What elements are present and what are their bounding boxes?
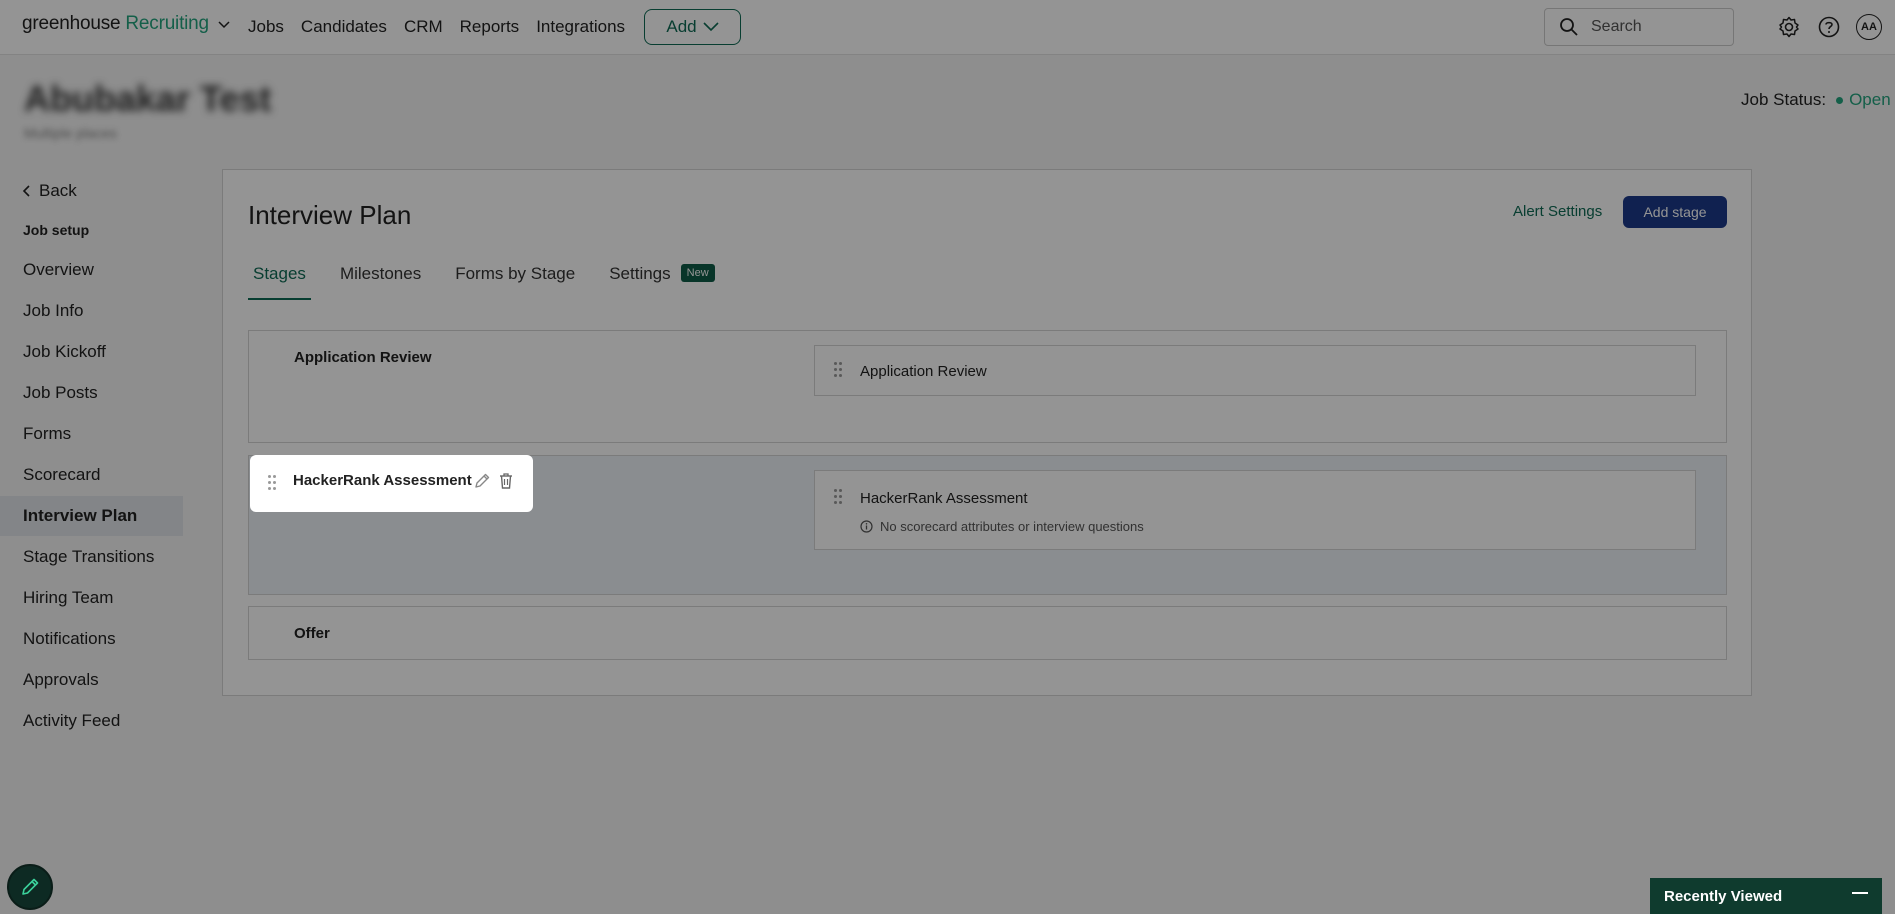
highlighted-stage-name[interactable]: HackerRank Assessment (250, 455, 533, 512)
drag-handle-icon[interactable] (268, 475, 276, 491)
pencil-icon[interactable] (473, 472, 491, 490)
minimize-icon[interactable] (1852, 892, 1868, 894)
stage-name: HackerRank Assessment (293, 472, 472, 489)
recently-viewed-label: Recently Viewed (1664, 887, 1783, 905)
recently-viewed-panel[interactable]: Recently Viewed (1650, 878, 1882, 914)
trash-icon[interactable] (498, 472, 514, 490)
pencil-icon (22, 878, 39, 895)
floating-edit-button[interactable] (7, 864, 53, 910)
